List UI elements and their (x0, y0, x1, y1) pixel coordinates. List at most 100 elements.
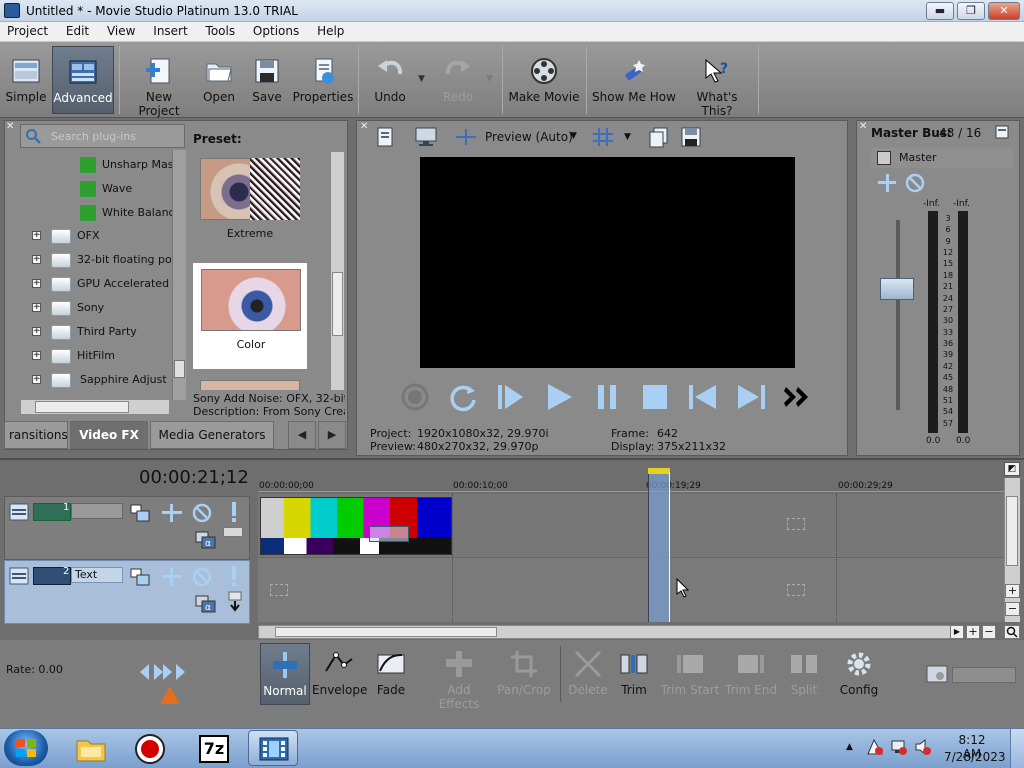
preset-scroll-thumb[interactable] (332, 272, 343, 336)
play-button[interactable] (542, 380, 576, 414)
preset-extreme[interactable]: Extreme (192, 152, 308, 260)
master-close-icon[interactable]: ✕ (859, 121, 867, 132)
panel-close-icon[interactable]: ✕ (6, 121, 16, 139)
tree-folder-hitfilm[interactable]: + HitFilm (20, 344, 186, 368)
properties-button[interactable]: Properties (292, 46, 354, 114)
timeline-vscrollbar[interactable]: + − (1004, 478, 1020, 622)
tree-scrollbar[interactable] (172, 150, 186, 400)
track-mute-icon[interactable] (191, 566, 213, 588)
clock-date[interactable]: 7/28/2023 (944, 750, 1006, 764)
stop-button[interactable] (638, 380, 672, 414)
external-monitor-icon[interactable] (414, 126, 438, 148)
undo-dropdown-icon[interactable]: ▼ (418, 74, 425, 84)
split-button[interactable]: Split (782, 643, 826, 705)
start-button[interactable] (4, 730, 48, 766)
network-icon[interactable] (890, 738, 908, 756)
shuttle-control[interactable] (140, 660, 186, 708)
tree-folder-32bit[interactable]: +32-bit floating poin (20, 248, 186, 272)
scroll-right-icon[interactable]: ▶ (950, 625, 964, 639)
tree-item-wave[interactable]: Wave (20, 177, 186, 201)
track-2-name-field[interactable]: Text (71, 567, 123, 583)
show-desktop-button[interactable] (1010, 729, 1024, 768)
track-header-1[interactable]: 1 α (4, 496, 250, 560)
fade-button[interactable]: Fade (368, 643, 414, 705)
save-snapshot-icon[interactable] (680, 126, 702, 148)
track-lane-2[interactable] (258, 558, 1004, 622)
record-button[interactable] (398, 380, 432, 414)
go-to-end-button[interactable] (734, 380, 768, 414)
taskbar-explorer-button[interactable] (64, 730, 114, 766)
compositing-mode-icon[interactable]: α (195, 531, 217, 549)
tab-transitions[interactable]: ransitions (4, 421, 68, 449)
open-button[interactable]: Open (198, 46, 240, 114)
trim-end-button[interactable]: Trim End (722, 643, 780, 705)
tree-folder-sapphire-adjust[interactable]: + Sapphire Adjust (20, 368, 186, 392)
expand-icon[interactable]: + (32, 255, 41, 264)
track-header-2[interactable]: 2 Text α (4, 560, 250, 624)
pan-crop-button[interactable]: Pan/Crop (494, 643, 554, 705)
taskbar-movie-studio-button[interactable] (248, 730, 298, 766)
maximize-button[interactable]: ❐ (957, 2, 985, 20)
expand-icon[interactable]: + (32, 375, 41, 384)
more-controls-button[interactable] (782, 380, 816, 414)
master-fx-chain-icon[interactable] (876, 172, 898, 194)
redo-button[interactable]: Redo (432, 46, 484, 114)
master-fader[interactable] (880, 220, 916, 410)
minimize-button[interactable]: ▬ (926, 2, 954, 20)
track-expand-icon[interactable] (9, 565, 29, 587)
track-motion-icon[interactable] (129, 567, 151, 587)
tree-folder-gpu[interactable]: + GPU Accelerated (20, 272, 186, 296)
fader-handle[interactable] (880, 278, 914, 300)
preview-properties-icon[interactable] (376, 126, 396, 148)
zoom-in-horizontal-icon[interactable]: + (966, 625, 980, 639)
pause-button[interactable] (590, 380, 624, 414)
preview-close-icon[interactable]: ✕ (360, 121, 368, 132)
zoom-out-vertical-icon[interactable]: − (1005, 602, 1020, 616)
track-list-icon[interactable] (926, 664, 948, 684)
playhead[interactable] (669, 472, 670, 622)
compositing-mode-icon[interactable]: α (195, 595, 217, 613)
grid-overlay-icon[interactable] (592, 127, 614, 147)
expand-icon[interactable]: + (32, 279, 41, 288)
zoom-in-vertical-icon[interactable]: + (1005, 584, 1020, 598)
timeline-marker-icon[interactable]: ◩ (1004, 462, 1020, 476)
save-button[interactable]: Save (246, 46, 288, 114)
advanced-button[interactable]: Advanced (52, 46, 114, 114)
master-mute-icon[interactable] (904, 172, 926, 194)
loop-playback-button[interactable] (446, 380, 480, 414)
tab-scroll-left-icon[interactable]: ◀ (288, 421, 316, 449)
master-fx-icon[interactable] (877, 151, 891, 165)
menu-options[interactable]: Options (246, 22, 306, 40)
tree-item-unsharp-mask[interactable]: Unsharp Mas (20, 153, 186, 177)
preset-scrollbar[interactable] (330, 152, 344, 390)
play-from-start-button[interactable] (494, 380, 528, 414)
expand-icon[interactable]: + (32, 351, 41, 360)
loop-region[interactable] (648, 468, 670, 622)
tree-folder-ofx[interactable]: + OFX (20, 224, 186, 248)
simple-button[interactable]: Simple (4, 46, 48, 114)
taskbar-record-app-button[interactable] (124, 730, 174, 766)
tree-scroll-thumb[interactable] (174, 360, 185, 378)
tree-hscrollbar[interactable] (20, 399, 170, 415)
track-motion-icon[interactable] (129, 503, 151, 523)
menu-tools[interactable]: Tools (199, 22, 243, 40)
timeline-ruler[interactable]: 00:00:00;00 00:00:10;00 00:00:19;29 00:0… (258, 462, 1004, 492)
preview-quality-dropdown[interactable]: Preview (Auto) ▼ (454, 126, 584, 148)
config-button[interactable]: Config (834, 643, 884, 705)
trim-button[interactable]: Trim (612, 643, 656, 705)
track-solo-icon[interactable] (227, 501, 241, 523)
timeline-vscroll-thumb[interactable] (1006, 496, 1018, 566)
tree-hscroll-thumb[interactable] (35, 401, 129, 413)
grid-dropdown-icon[interactable]: ▼ (624, 132, 631, 142)
envelope-edit-tool[interactable]: Envelope (312, 643, 367, 705)
expand-icon[interactable]: + (32, 303, 41, 312)
expand-icon[interactable]: + (32, 231, 41, 240)
whats-this-button[interactable]: ? What's This? (680, 46, 754, 118)
add-effects-button[interactable]: Add Effects (426, 643, 492, 711)
new-project-button[interactable]: New Project (124, 46, 194, 118)
tab-scroll-right-icon[interactable]: ▶ (318, 421, 346, 449)
timeline-zoom-slider[interactable] (952, 667, 1016, 683)
tab-video-fx[interactable]: Video FX (70, 421, 148, 449)
tree-item-white-balance[interactable]: White Balanc (20, 201, 186, 225)
search-plugins-box[interactable]: Search plug-ins (20, 124, 185, 148)
